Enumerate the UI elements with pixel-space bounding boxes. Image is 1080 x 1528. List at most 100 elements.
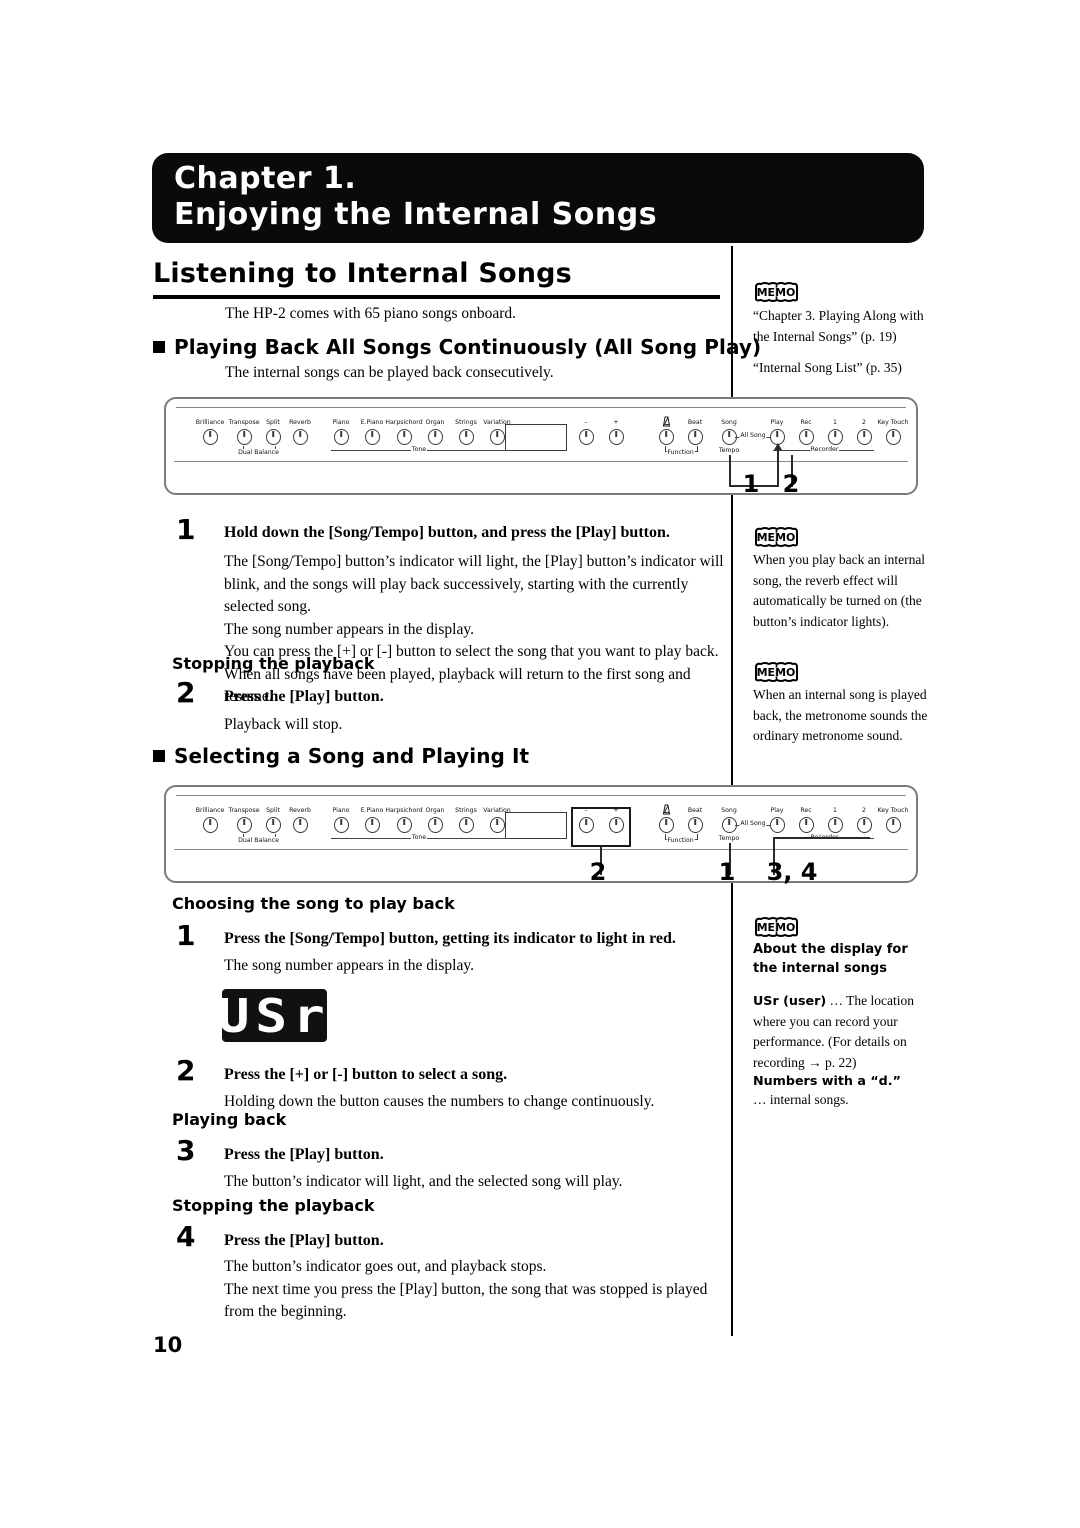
memo-4-usr-term: USr (user) — [753, 993, 827, 1008]
panel-organ-label: Organ — [425, 419, 445, 426]
panel-strings-label: Strings — [455, 807, 477, 814]
step-title-s2-1: Press the [Song/Tempo] button, getting i… — [224, 930, 676, 947]
callout-line-play-bracket-p2 — [773, 837, 870, 839]
manual-page: Chapter 1. Enjoying the Internal Songs L… — [0, 0, 1080, 1528]
panel-epiano-knob[interactable] — [364, 429, 380, 445]
panel-key-touch-knob[interactable] — [885, 429, 901, 445]
memo-4-heading: About the display for the internal songs — [753, 942, 908, 976]
panel-variation-knob[interactable] — [489, 429, 505, 445]
heading-playing-back: Playing back — [172, 1110, 287, 1129]
panel-song-tempo-label: Song — [721, 807, 737, 814]
panel-brilliance-label: Brilliance — [195, 807, 225, 814]
panel-plus-knob[interactable] — [608, 429, 624, 445]
step-title-s2-2: Press the [+] or [-] button to select a … — [224, 1066, 508, 1083]
panel-rec-knob[interactable] — [798, 817, 814, 833]
panel-metronome-knob[interactable] — [658, 429, 674, 445]
callout-number-3-4-panel2: 3, 4 — [766, 858, 818, 886]
panel-divider-line-2 — [174, 849, 908, 850]
panel-rec-knob[interactable] — [798, 429, 814, 445]
led-display: USr — [218, 989, 327, 1043]
panel-display-window — [505, 424, 567, 451]
panel-transpose-label: Transpose — [228, 807, 260, 814]
memo-4-body: USr (user) … The location where you can … — [753, 991, 933, 1073]
panel-tempo-label: Tempo — [717, 835, 741, 842]
control-panel-diagram-1: Brilliance Transpose Split Reverb Piano E.Pia… — [164, 397, 918, 495]
panel-harpsichord-knob[interactable] — [396, 817, 412, 833]
panel-2-label: 2 — [862, 807, 866, 814]
led-display-value: USr — [218, 988, 331, 1043]
section1-intro: The HP-2 comes with 65 piano songs onboa… — [225, 305, 517, 322]
panel-recorder-label: Recorder — [809, 446, 840, 453]
memo-icon-2: MEMO — [755, 527, 798, 547]
panel-minus-knob[interactable] — [578, 429, 594, 445]
panel-strings-knob[interactable] — [458, 429, 474, 445]
memo-1-text-2: “Internal Song List” (p. 35) — [753, 360, 902, 375]
step-title-2: Press the [Play] button. — [224, 688, 384, 705]
panel-1-knob[interactable] — [827, 429, 843, 445]
bullet-square-icon — [153, 341, 165, 353]
panel-split-knob[interactable] — [265, 817, 281, 833]
panel-epiano-knob[interactable] — [364, 817, 380, 833]
panel-play-label: Play — [770, 807, 784, 814]
panel-transpose-knob[interactable] — [236, 429, 252, 445]
panel-split-knob[interactable] — [265, 429, 281, 445]
panel-tempo-label: Tempo — [717, 447, 741, 454]
step-number-s2-3: 3 — [176, 1134, 196, 1167]
panel-play-knob[interactable] — [769, 817, 785, 833]
subheading-all-song-play-label: Playing Back All Songs Continuously (All… — [174, 335, 762, 359]
panel-harpsichord-knob[interactable] — [396, 429, 412, 445]
memo-1-text: “Chapter 3. Playing Along with the Inter… — [753, 308, 924, 344]
panel-beat-knob[interactable] — [687, 817, 703, 833]
callout-number-1-panel1: 1 — [742, 470, 760, 498]
metronome-icon — [662, 416, 670, 427]
step-number-2: 2 — [176, 676, 196, 709]
svg-text:MEMO: MEMO — [757, 286, 796, 299]
panel-beat-knob[interactable] — [687, 429, 703, 445]
section1-sub-intro: The internal songs can be played back co… — [225, 364, 554, 381]
callout1-line-song — [729, 455, 731, 487]
panel-piano-label: Piano — [332, 419, 350, 426]
memo-icon: MEMO — [755, 282, 798, 302]
panel-piano-knob[interactable] — [333, 429, 349, 445]
chapter-banner: Chapter 1. Enjoying the Internal Songs — [152, 153, 924, 243]
panel-reverb-knob[interactable] — [292, 817, 308, 833]
panel-beat-label: Beat — [687, 807, 703, 814]
subheading-selecting-song-label: Selecting a Song and Playing It — [174, 744, 530, 768]
panel-key-touch-knob[interactable] — [885, 817, 901, 833]
panel-organ-knob[interactable] — [427, 429, 443, 445]
panel-function-label: Function — [666, 449, 695, 456]
panel-epiano-label: E.Piano — [360, 807, 384, 814]
panel-epiano-label: E.Piano — [360, 419, 384, 426]
panel-reverb-label: Reverb — [289, 807, 311, 814]
panel-top-line-2 — [176, 795, 906, 796]
panel-display-window — [505, 812, 567, 839]
panel-2-knob[interactable] — [856, 817, 872, 833]
step-number-s2-4: 4 — [176, 1220, 196, 1253]
panel-brilliance-knob[interactable] — [202, 817, 218, 833]
metronome-icon — [662, 804, 670, 815]
panel-organ-label: Organ — [425, 807, 445, 814]
callout1-arrowhead — [774, 443, 782, 450]
panel-metronome-knob[interactable] — [658, 817, 674, 833]
step-body-s2-2: Holding down the button causes the numbe… — [224, 1093, 655, 1110]
step-body-s2-1: The song number appears in the display. — [224, 957, 474, 974]
panel-split-label: Split — [266, 807, 280, 814]
bullet-square-icon-2 — [153, 750, 165, 762]
panel-2-knob[interactable] — [856, 429, 872, 445]
memo-icon-4: MEMO — [755, 917, 798, 937]
panel-piano-knob[interactable] — [333, 817, 349, 833]
panel-strings-label: Strings — [455, 419, 477, 426]
subheading-all-song-play: Playing Back All Songs Continuously (All… — [153, 335, 761, 359]
panel-strings-knob[interactable] — [458, 817, 474, 833]
step-body-s2-4: The button’s indicator goes out, and pla… — [224, 1258, 708, 1320]
callout-highlight-plusminus — [571, 807, 631, 847]
panel-brilliance-knob[interactable] — [202, 429, 218, 445]
panel-organ-knob[interactable] — [427, 817, 443, 833]
panel-minus-label: – — [584, 419, 588, 426]
panel-reverb-knob[interactable] — [292, 429, 308, 445]
panel-harpsichord-label: Harpsichord — [385, 419, 423, 426]
panel-transpose-knob[interactable] — [236, 817, 252, 833]
panel-2-label: 2 — [862, 419, 866, 426]
panel-1-knob[interactable] — [827, 817, 843, 833]
panel-variation-knob[interactable] — [489, 817, 505, 833]
